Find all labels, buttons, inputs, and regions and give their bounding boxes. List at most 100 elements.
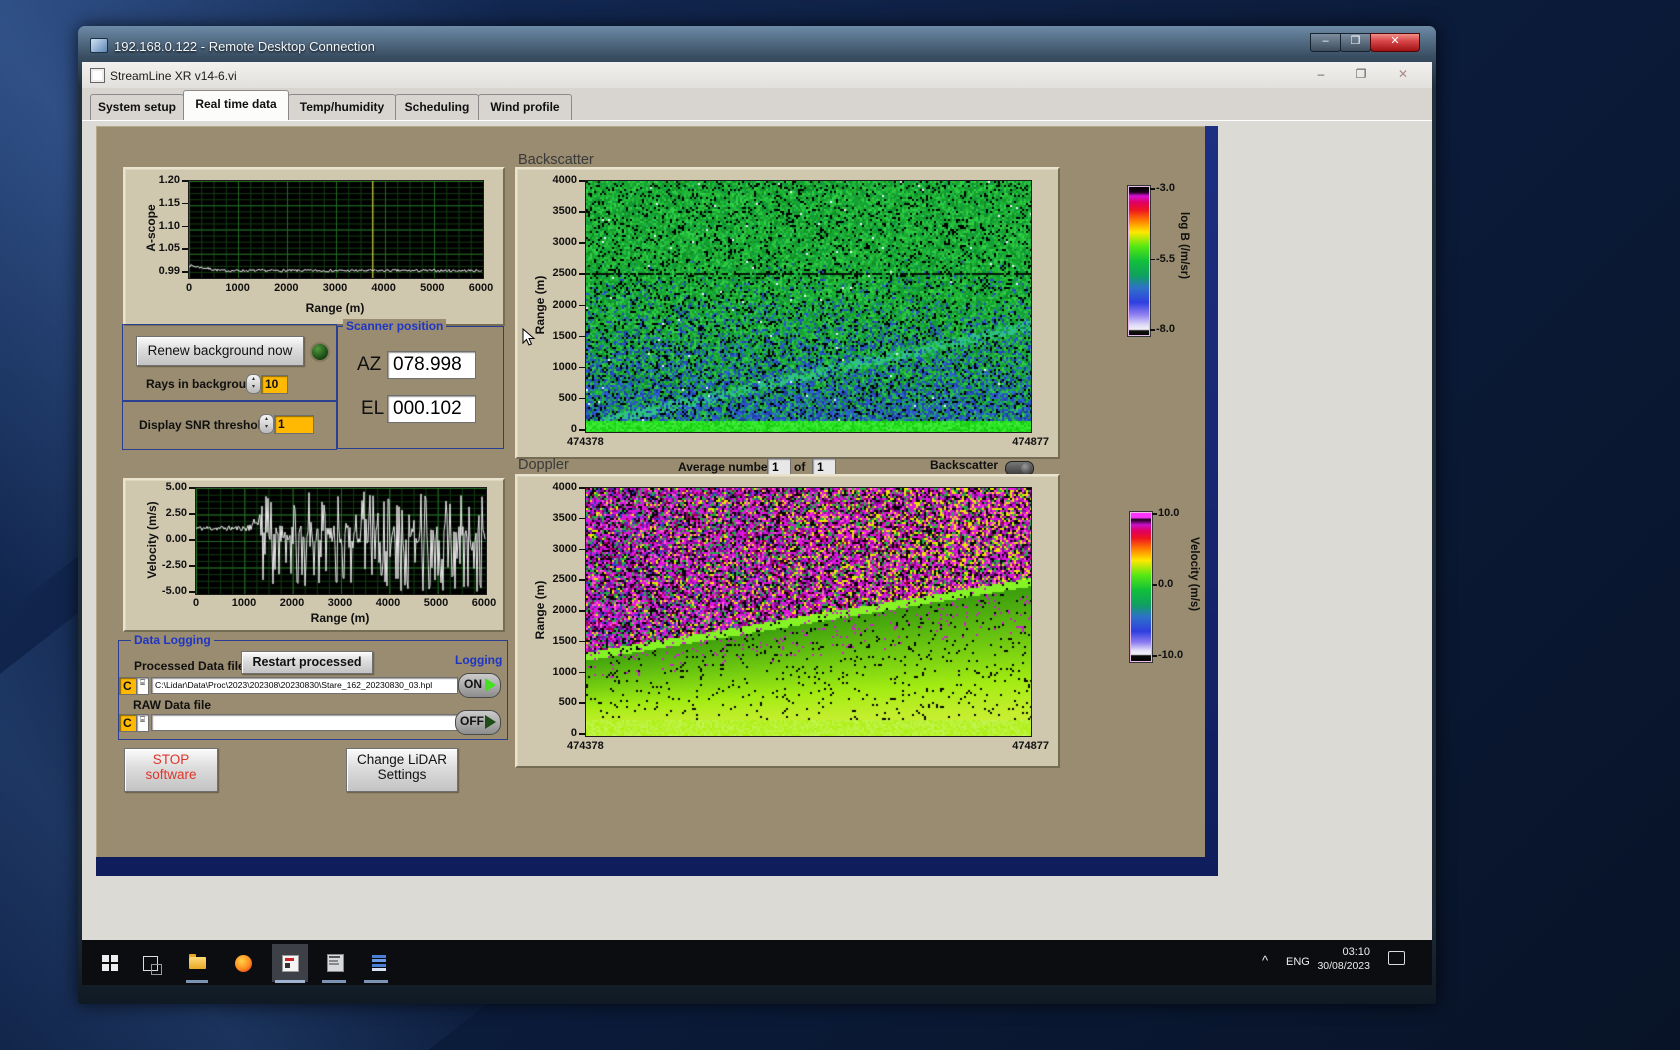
notification-bubble-icon[interactable] xyxy=(1388,951,1405,965)
tick-mark xyxy=(182,225,188,228)
axis-tick-label: -2.50 xyxy=(161,559,187,571)
off-led-icon xyxy=(485,715,496,729)
logging-on-toggle[interactable]: ON xyxy=(458,673,501,698)
toggle-knob xyxy=(1021,463,1032,474)
logging-off-toggle[interactable]: OFF xyxy=(455,710,501,735)
tab-temp-humidity[interactable]: Temp/humidity xyxy=(288,94,396,120)
tray-date[interactable]: 30/08/2023 xyxy=(1310,960,1370,972)
tick-mark xyxy=(189,565,195,567)
tab-scheduling[interactable]: Scheduling xyxy=(395,94,479,120)
tick-mark xyxy=(579,180,585,182)
tick-mark xyxy=(579,242,585,244)
axis-tick-label: 0 xyxy=(570,423,577,435)
scan-scheduler-button[interactable] xyxy=(318,944,352,982)
tick-mark xyxy=(579,397,585,400)
tick-mark xyxy=(182,180,188,182)
tick-mark xyxy=(182,248,188,250)
explorer-underline xyxy=(186,980,208,983)
data-logging-title: Data Logging xyxy=(131,633,214,647)
rays-value[interactable]: 10 xyxy=(261,375,288,394)
rdp-restore-button[interactable]: ❐ xyxy=(1340,33,1371,52)
axis-tick-label: 1500 xyxy=(552,634,577,647)
tick-mark xyxy=(1150,188,1155,190)
rdp-minimize-button[interactable]: – xyxy=(1310,33,1341,52)
doppler-plot xyxy=(585,487,1032,737)
renew-background-button[interactable]: Renew background now xyxy=(136,336,304,366)
tick-mark xyxy=(189,513,195,515)
app-minimize-button[interactable]: – xyxy=(1308,67,1334,83)
backscatter-toggle-label: Backscatter xyxy=(930,458,999,472)
scan-underline xyxy=(322,980,346,983)
tray-caret[interactable]: ^ xyxy=(1262,953,1268,968)
axis-tick-label: 3000 xyxy=(552,236,577,249)
colorbar-tick-label: -5.5 xyxy=(1156,252,1175,265)
el-label: EL xyxy=(361,398,385,419)
tray-time[interactable]: 03:10 xyxy=(1318,946,1370,958)
firefox-button[interactable] xyxy=(226,944,260,982)
axis-tick-label: 2000 xyxy=(279,597,305,609)
processed-data-file-label: Processed Data file xyxy=(134,659,245,673)
axis-tick-label: 500 xyxy=(558,391,577,404)
app-titlebar[interactable] xyxy=(82,62,1432,89)
change-lidar-settings-button[interactable]: Change LiDAR Settings xyxy=(346,748,458,792)
backscatter-x-left: 474378 xyxy=(567,436,604,448)
doppler-x-right: 474877 xyxy=(1012,740,1049,752)
axis-tick-label: 4000 xyxy=(552,174,577,186)
tick-mark xyxy=(579,366,585,369)
az-value[interactable]: 078.998 xyxy=(387,351,476,379)
el-value[interactable]: 000.102 xyxy=(387,395,476,423)
streamline-xr-icon xyxy=(281,954,299,972)
axis-tick-label: 4000 xyxy=(552,481,577,493)
tick-mark xyxy=(579,610,585,612)
raw-path-field[interactable] xyxy=(151,714,458,731)
snr-threshold-label: Display SNR threshold xyxy=(139,418,269,432)
doppler-x-left: 474378 xyxy=(567,740,604,752)
stop-line1: STOP xyxy=(152,752,190,767)
axis-tick-label: 3000 xyxy=(322,282,348,294)
axis-tick-label: 2.50 xyxy=(165,507,187,519)
stop-software-button[interactable]: STOP software xyxy=(124,748,218,792)
backscatter-colorbar-label: log B (/m/sr) xyxy=(1178,212,1190,280)
axis-tick-label: 0 xyxy=(185,282,193,294)
tick-mark xyxy=(182,271,188,273)
average-number-label: Average number xyxy=(678,460,773,474)
axis-tick-label: 1000 xyxy=(552,360,577,373)
start-button[interactable] xyxy=(93,944,127,982)
axis-tick-label: 2500 xyxy=(552,573,577,586)
tab-wind-profile[interactable]: Wind profile xyxy=(478,94,572,120)
task-view-button[interactable] xyxy=(133,944,167,982)
axis-tick-label: -5.00 xyxy=(161,585,187,597)
app-restore-button[interactable]: ❐ xyxy=(1348,67,1374,83)
raw-browse-button[interactable]: ⌸ xyxy=(136,714,149,732)
axis-tick-label: 6000 xyxy=(471,597,497,609)
streamline-xr-button[interactable] xyxy=(273,944,307,982)
tick-mark xyxy=(579,548,585,551)
processed-path-field[interactable]: C:\Lidar\Data\Proc\2023\202308\20230830\… xyxy=(151,677,458,694)
tick-mark xyxy=(579,579,585,581)
velocity-plot xyxy=(195,487,487,595)
notes-app-button[interactable] xyxy=(362,944,396,982)
tab-real-time-data[interactable]: Real time data xyxy=(183,90,289,120)
tick-mark xyxy=(189,591,195,593)
tab-system-setup[interactable]: System setup xyxy=(90,94,184,120)
axis-tick-label: 1000 xyxy=(231,597,257,609)
tick-mark xyxy=(579,335,585,338)
tick-mark xyxy=(579,304,585,307)
tick-mark xyxy=(1150,329,1155,331)
axis-tick-label: 1.15 xyxy=(158,196,180,209)
processed-browse-button[interactable]: ⌸ xyxy=(136,677,149,695)
axis-tick-label: 5.00 xyxy=(165,481,187,493)
tick-mark xyxy=(579,702,585,704)
rdp-close-button[interactable]: ✕ xyxy=(1370,33,1420,52)
snr-value[interactable]: 1 xyxy=(274,415,314,434)
task-view-icon xyxy=(142,955,162,975)
axis-tick-label: 1.20 xyxy=(158,174,180,186)
tray-language[interactable]: ENG xyxy=(1286,956,1310,968)
app-close-button[interactable]: ✕ xyxy=(1390,67,1416,83)
axis-tick-label: 500 xyxy=(558,696,577,709)
restart-processed-file-button[interactable]: Restart processed file xyxy=(241,651,373,690)
rays-spinner[interactable]: ▴ ▾ xyxy=(246,374,261,394)
snr-spinner[interactable]: ▴ ▾ xyxy=(259,414,274,434)
file-explorer-button[interactable] xyxy=(180,944,214,982)
rdp-icon xyxy=(90,38,108,53)
